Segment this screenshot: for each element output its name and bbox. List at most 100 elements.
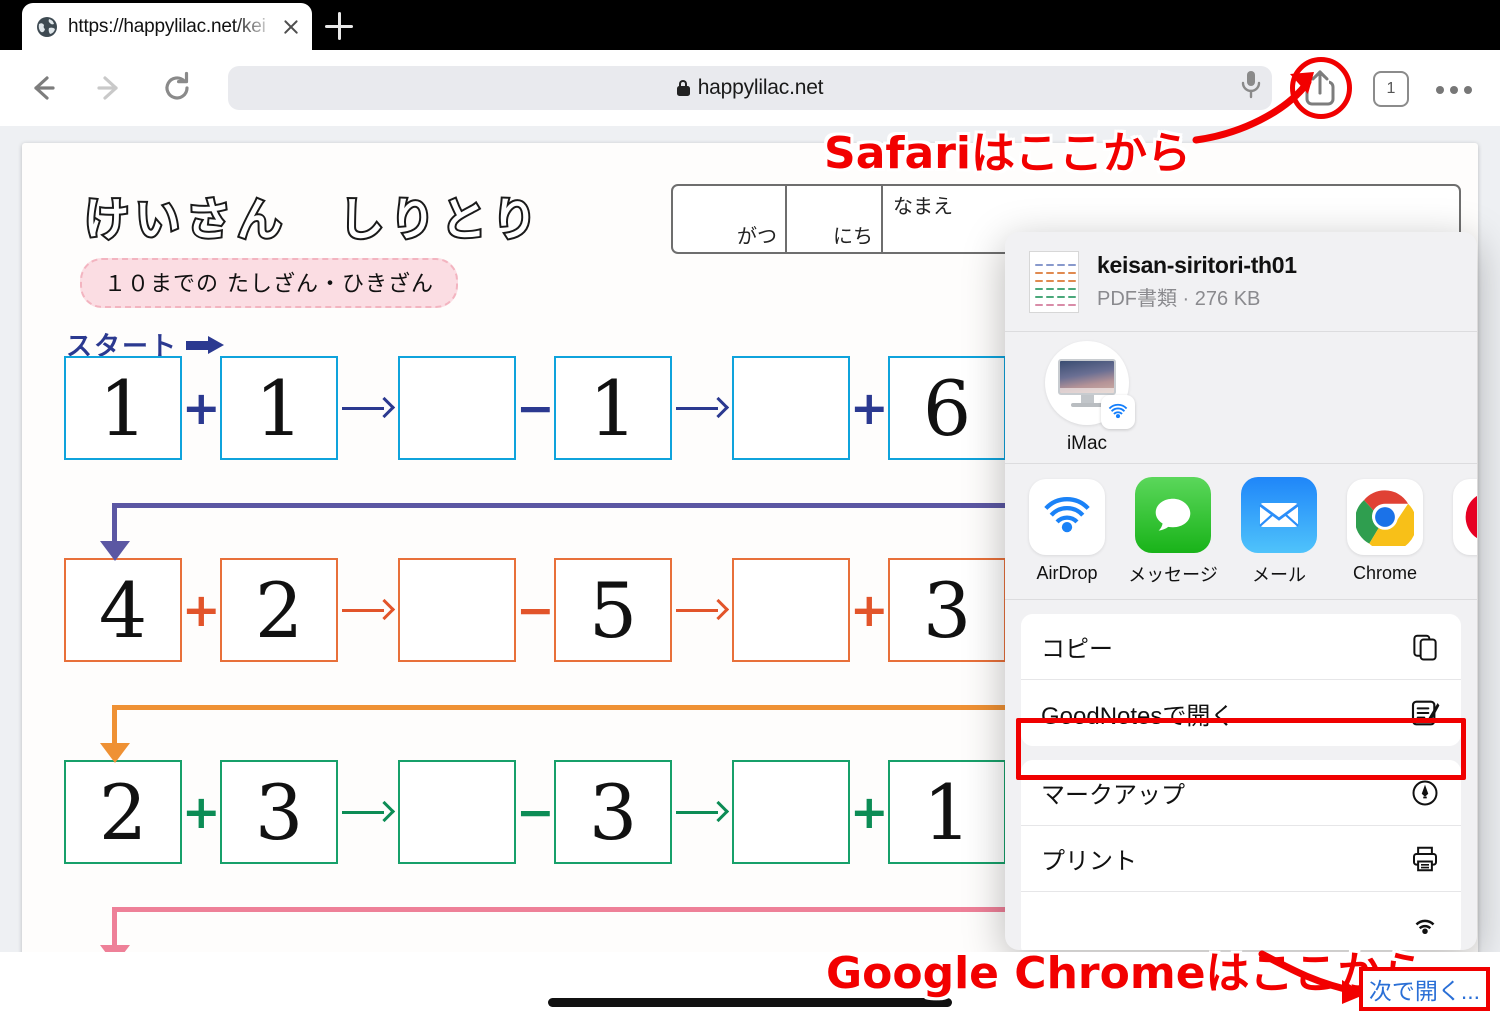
pinterest-icon — [1453, 479, 1477, 555]
share-sheet-file-header: keisan-siritori-th01 PDF書類 · 276 KB — [1005, 232, 1477, 332]
flow-arrow-icon — [338, 598, 398, 621]
share-app-Pi[interactable]: Pi — [1449, 479, 1477, 584]
thumbnail-line — [1035, 287, 1043, 290]
share-app-メッセージ[interactable]: メッセージ — [1128, 476, 1218, 587]
globe-icon — [36, 16, 58, 38]
share-app-AirDrop[interactable]: AirDrop — [1025, 479, 1109, 584]
share-app-label: メッセージ — [1128, 564, 1218, 585]
action-label: マークアップ — [1041, 782, 1185, 809]
number-box: 1 — [220, 356, 338, 460]
messages-icon — [1135, 476, 1211, 553]
number-box: 2 — [64, 760, 182, 864]
plus-operator: + — [182, 785, 221, 839]
action-group-gap — [1021, 746, 1461, 760]
close-icon[interactable] — [280, 16, 302, 38]
share-app-メール[interactable]: メール — [1237, 476, 1321, 587]
action-row[interactable]: コピー — [1021, 614, 1461, 680]
minus-operator: − — [516, 583, 555, 637]
url-text: happylilac.net — [697, 76, 824, 99]
flow-arrow-icon — [672, 598, 732, 621]
flow-arrow-icon — [672, 396, 732, 419]
action-label: コピー — [1041, 636, 1113, 663]
number-box: 6 — [888, 356, 1006, 460]
number-box: 5 — [554, 558, 672, 662]
thumbnail-line — [1046, 263, 1054, 266]
action-row[interactable]: マークアップ — [1021, 760, 1461, 826]
share-app-Chrome[interactable]: Chrome — [1343, 479, 1427, 584]
answer-box-empty — [398, 356, 516, 460]
thumbnail-line — [1035, 303, 1043, 306]
thumbnail-line — [1035, 271, 1043, 274]
share-app-row: AirDrop メッセージ メール Chrome Pi — [1005, 464, 1477, 600]
annotation-arrow-top — [1192, 72, 1314, 144]
minus-operator: − — [516, 785, 555, 839]
new-tab-button[interactable] — [325, 12, 353, 40]
share-action-list: コピー GoodNotesで開くマークアップ プリント — [1005, 600, 1477, 950]
thumbnail-line — [1057, 271, 1065, 274]
thumbnail-line — [1057, 287, 1065, 290]
thumbnail-line — [1068, 279, 1076, 282]
answer-box-empty — [732, 356, 850, 460]
action-row[interactable]: プリント — [1021, 826, 1461, 892]
number-box: 3 — [888, 558, 1006, 662]
day-field: にち — [787, 186, 883, 252]
answer-box-empty — [732, 558, 850, 662]
action-group: コピー GoodNotesで開く — [1021, 614, 1461, 746]
back-arrow-icon[interactable] — [20, 65, 66, 111]
worksheet-title: けいさん しりとり — [82, 191, 544, 248]
open-with-button[interactable]: 次で開く... — [1359, 967, 1490, 1011]
share-app-label: Chrome — [1352, 563, 1418, 583]
thumbnail-line — [1046, 279, 1054, 282]
share-app-label: AirDrop — [1036, 563, 1098, 583]
reload-icon[interactable] — [154, 65, 200, 111]
tab-strip: https://happylilac.net/kei — [0, 0, 1500, 50]
airdrop-badge-icon — [1101, 394, 1135, 429]
thumbnail-line — [1068, 263, 1076, 266]
pdf-thumbnail-icon — [1029, 250, 1079, 313]
more-dots-icon[interactable] — [1436, 86, 1484, 94]
goodnotes-icon — [1407, 695, 1443, 731]
thumbnail-line — [1068, 295, 1076, 298]
thumbnail-line — [1035, 295, 1043, 298]
copy-icon — [1407, 629, 1443, 665]
month-label: がつ — [737, 224, 777, 248]
answer-box-empty — [398, 760, 516, 864]
thumbnail-line — [1035, 263, 1043, 266]
thumbnail-line — [1046, 303, 1054, 306]
airdrop-icon — [1029, 479, 1105, 555]
number-box: 3 — [220, 760, 338, 864]
screen: https://happylilac.net/kei happylilac.ne… — [0, 0, 1500, 1021]
share-app-label: メール — [1252, 564, 1306, 585]
plus-operator: + — [850, 381, 889, 435]
imac-icon — [1045, 340, 1135, 429]
airdrop-target-imac[interactable]: iMac — [1027, 340, 1147, 455]
forward-arrow-icon[interactable] — [86, 65, 132, 111]
tab-count-button[interactable]: 1 — [1373, 71, 1409, 107]
share-sheet: keisan-siritori-th01 PDF書類 · 276 KB iMac… — [1005, 232, 1477, 950]
answer-box-empty — [732, 760, 850, 864]
thumbnail-line — [1035, 279, 1043, 282]
browser-tab[interactable]: https://happylilac.net/kei — [22, 3, 312, 50]
open-with-label: 次で開く... — [1368, 978, 1481, 1004]
airdrop-targets: iMac — [1005, 332, 1477, 464]
number-box: 4 — [64, 558, 182, 662]
action-row[interactable]: GoodNotesで開く — [1021, 680, 1461, 746]
number-box: 1 — [64, 356, 182, 460]
action-label: プリント — [1041, 848, 1137, 875]
thumbnail-line — [1046, 271, 1054, 274]
lock-icon — [676, 80, 690, 96]
thumbnail-line — [1068, 303, 1076, 306]
address-bar[interactable]: happylilac.net — [228, 66, 1272, 110]
thumbnail-line — [1057, 263, 1065, 266]
chrome-icon — [1347, 479, 1423, 555]
plus-operator: + — [850, 583, 889, 637]
worksheet-subtitle: １０までの たしざん・ひきざん — [80, 258, 458, 308]
flow-arrow-icon — [672, 800, 732, 823]
day-label: にち — [833, 224, 873, 248]
thumbnail-line — [1057, 295, 1065, 298]
thumbnail-line — [1046, 295, 1054, 298]
markup-pen-icon — [1407, 775, 1443, 811]
action-group: マークアップ プリント — [1021, 760, 1461, 950]
name-label: なまえ — [893, 194, 953, 218]
flow-arrow-icon — [338, 800, 398, 823]
